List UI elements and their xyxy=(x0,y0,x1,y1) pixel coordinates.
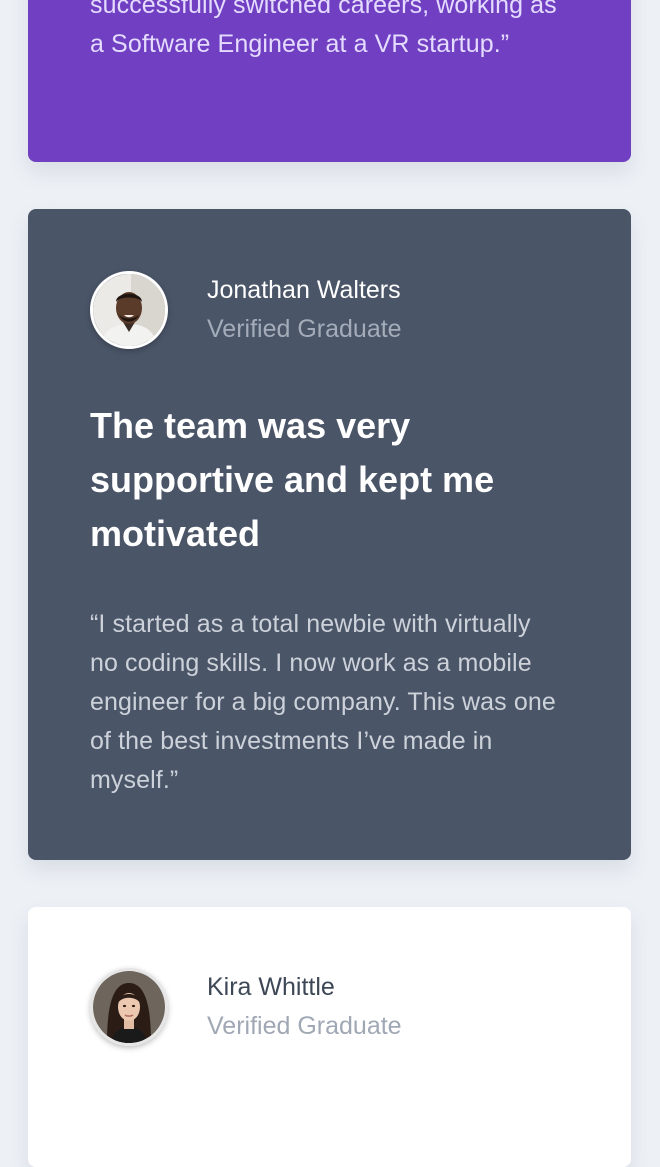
testimonial-quote: successfully switched careers, working a… xyxy=(90,0,557,58)
testimonial-card-jonathan: Jonathan Walters Verified Graduate The t… xyxy=(28,209,631,860)
author-name: Kira Whittle xyxy=(207,973,335,1001)
author-info: Jonathan Walters Verified Graduate xyxy=(90,271,510,349)
testimonial-card-daniel: successfully switched careers, working a… xyxy=(28,0,631,162)
author-role: Verified Graduate xyxy=(207,1012,402,1040)
avatar xyxy=(90,271,168,349)
testimonial-card-kira: Kira Whittle Verified Graduate xyxy=(28,907,631,1167)
jonathan-avatar-image xyxy=(93,274,165,346)
testimonial-headline: The team was very supportive and kept me… xyxy=(90,405,495,554)
author-info: Kira Whittle Verified Graduate xyxy=(90,968,510,1046)
kira-avatar-image xyxy=(93,971,165,1043)
author-role: Verified Graduate xyxy=(207,315,402,343)
author-name: Jonathan Walters xyxy=(207,276,401,304)
testimonial-quote: “I started as a total newbie with virtua… xyxy=(90,610,556,794)
avatar xyxy=(90,968,168,1046)
